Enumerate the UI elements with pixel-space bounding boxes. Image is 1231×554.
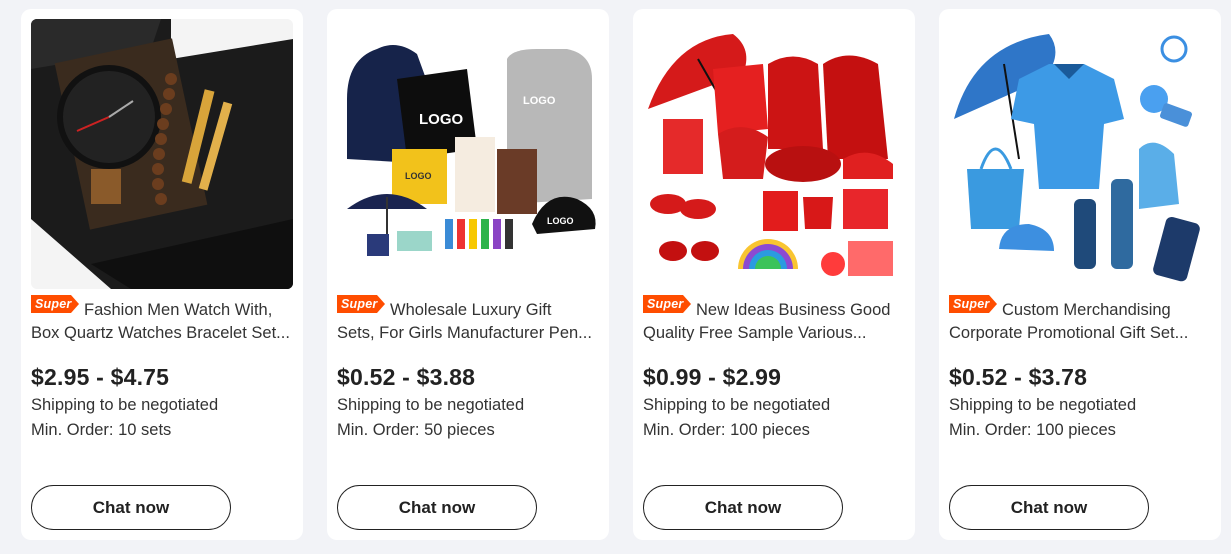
- svg-text:LOGO: LOGO: [523, 95, 556, 107]
- product-title-line1: Fashion Men Watch With,: [84, 301, 273, 319]
- chat-now-button[interactable]: Chat now: [643, 485, 843, 530]
- product-image-watch-gift-set[interactable]: [31, 19, 293, 289]
- product-title[interactable]: Super New Ideas Business Good Quality Fr…: [643, 295, 905, 341]
- product-title[interactable]: Super Custom Merchandising Corporate Pro…: [949, 295, 1211, 341]
- product-price: $0.52 - $3.88: [337, 364, 476, 390]
- chat-now-button[interactable]: Chat now: [31, 485, 231, 530]
- product-image-red-promo-items[interactable]: [643, 19, 905, 289]
- product-card[interactable]: Super New Ideas Business Good Quality Fr…: [633, 9, 915, 540]
- shipping-text: Shipping to be negotiated: [949, 396, 1137, 414]
- product-title-line2: Quality Free Sample Various...: [643, 324, 867, 341]
- product-price: $0.52 - $3.78: [949, 364, 1088, 390]
- product-card[interactable]: Super Custom Merchandising Corporate Pro…: [939, 9, 1221, 540]
- shipping-text: Shipping to be negotiated: [31, 396, 219, 414]
- svg-text:LOGO: LOGO: [405, 171, 432, 181]
- product-title-line2: Sets, For Girls Manufacturer Pen...: [337, 324, 592, 341]
- shipping-text: Shipping to be negotiated: [337, 396, 525, 414]
- product-title[interactable]: Super Fashion Men Watch With, Box Quartz…: [31, 295, 293, 341]
- product-image-logo-merch-bundle[interactable]: LOGO LOGO LOGO LOGO: [337, 19, 599, 289]
- chat-now-button[interactable]: Chat now: [337, 485, 537, 530]
- super-badge: Super: [31, 295, 79, 313]
- svg-text:LOGO: LOGO: [419, 111, 463, 128]
- min-order-text: Min. Order: 100 pieces: [949, 421, 1116, 439]
- chat-now-button[interactable]: Chat now: [949, 485, 1149, 530]
- product-card[interactable]: LOGO LOGO LOGO LOGO Super Wholesale Luxu…: [327, 9, 609, 540]
- product-card[interactable]: Super Fashion Men Watch With, Box Quartz…: [21, 9, 303, 540]
- product-title-line1: Custom Merchandising: [1002, 301, 1171, 319]
- super-badge: Super: [949, 295, 997, 313]
- product-price: $2.95 - $4.75: [31, 364, 170, 390]
- product-title-line2: Box Quartz Watches Bracelet Set...: [31, 324, 290, 341]
- product-title-line1: Wholesale Luxury Gift: [390, 301, 552, 319]
- super-badge: Super: [337, 295, 385, 313]
- min-order-text: Min. Order: 50 pieces: [337, 421, 495, 439]
- super-badge: Super: [643, 295, 691, 313]
- product-price: $0.99 - $2.99: [643, 364, 782, 390]
- min-order-text: Min. Order: 100 pieces: [643, 421, 810, 439]
- product-image-blue-promo-items[interactable]: [949, 19, 1211, 289]
- product-title[interactable]: Super Wholesale Luxury Gift Sets, For Gi…: [337, 295, 599, 341]
- product-title-line2: Corporate Promotional Gift Set...: [949, 324, 1189, 341]
- min-order-text: Min. Order: 10 sets: [31, 421, 172, 439]
- shipping-text: Shipping to be negotiated: [643, 396, 831, 414]
- svg-text:LOGO: LOGO: [547, 216, 574, 226]
- product-title-line1: New Ideas Business Good: [696, 301, 891, 319]
